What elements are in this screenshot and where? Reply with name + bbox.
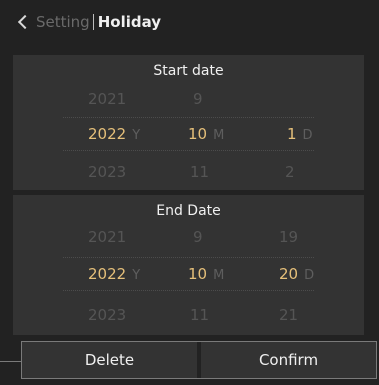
end-prev-row: 2021 9 19	[13, 220, 364, 254]
month-unit-label: M	[213, 268, 225, 283]
start-prev-month[interactable]: 9	[193, 82, 203, 116]
end-next-year[interactable]: 2023	[88, 298, 126, 332]
start-year-value[interactable]: 2022 Y	[88, 117, 140, 151]
end-date-title: End Date	[156, 203, 221, 219]
start-month-number: 10	[188, 125, 208, 143]
year-unit-label: Y	[132, 128, 141, 143]
start-day-number: 1	[287, 125, 297, 143]
end-year-number: 2022	[88, 265, 127, 283]
start-next-day[interactable]: 2	[285, 155, 295, 189]
start-prev-row: 2021 9	[13, 82, 364, 116]
callout-line	[0, 361, 21, 362]
chevron-left-icon[interactable]	[17, 14, 33, 30]
end-month-value[interactable]: 10 M	[188, 257, 224, 291]
start-date-picker: Start date 2021 9 2022 Y 10 M 1D 2023 11 2	[13, 55, 364, 190]
breadcrumb-divider	[92, 14, 94, 30]
end-selected-row: 2022 Y 10 M 20 D	[13, 257, 364, 291]
start-prev-year[interactable]: 2021	[88, 82, 126, 116]
day-unit-label: D	[304, 268, 315, 283]
start-month-value[interactable]: 10 M	[188, 117, 224, 151]
end-day-number: 20	[279, 265, 299, 283]
start-day-value[interactable]: 1D	[287, 117, 313, 151]
end-next-day[interactable]: 21	[279, 298, 298, 332]
delete-button[interactable]: Delete	[22, 342, 197, 378]
start-next-row: 2023 11 2	[13, 155, 364, 189]
day-unit-label: D	[302, 128, 313, 143]
confirm-button[interactable]: Confirm	[201, 342, 376, 378]
start-next-month[interactable]: 11	[190, 155, 209, 189]
end-next-row: 2023 11 21	[13, 298, 364, 332]
page-title: Holiday	[97, 13, 162, 31]
end-prev-month[interactable]: 9	[193, 220, 203, 254]
header-bar: Setting Holiday	[0, 0, 379, 44]
end-next-month[interactable]: 11	[190, 298, 209, 332]
end-month-number: 10	[188, 265, 208, 283]
end-prev-year[interactable]: 2021	[88, 220, 126, 254]
action-bar: Delete Confirm	[21, 341, 377, 379]
start-date-title: Start date	[153, 63, 224, 79]
start-year-number: 2022	[88, 125, 127, 143]
end-date-picker: End Date 2021 9 19 2022 Y 10 M 20 D 2023 11…	[13, 195, 364, 335]
year-unit-label: Y	[132, 268, 141, 283]
end-year-value[interactable]: 2022 Y	[88, 257, 140, 291]
breadcrumb-parent[interactable]: Setting	[36, 13, 90, 31]
end-prev-day[interactable]: 19	[279, 220, 298, 254]
start-selected-row: 2022 Y 10 M 1D	[13, 117, 364, 151]
start-next-year[interactable]: 2023	[88, 155, 126, 189]
month-unit-label: M	[213, 128, 225, 143]
end-day-value[interactable]: 20 D	[279, 257, 314, 291]
